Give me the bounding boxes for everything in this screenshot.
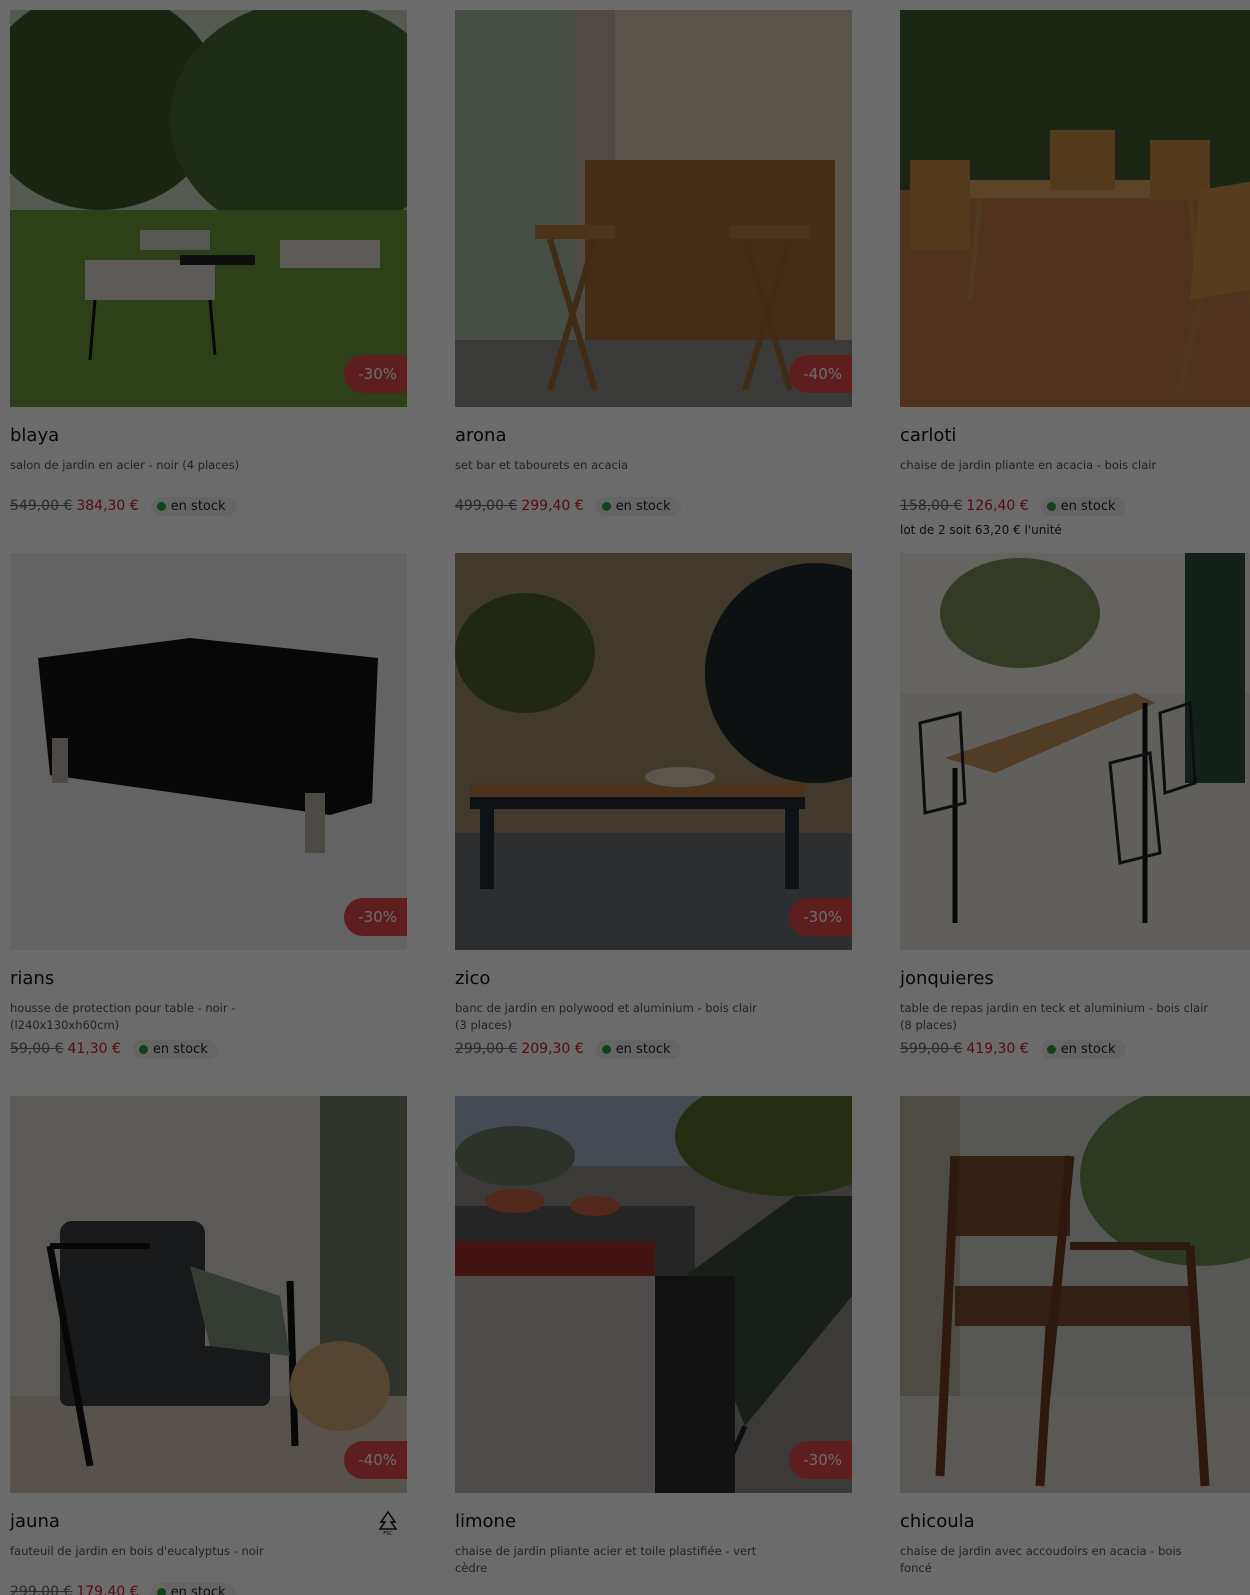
product-card[interactable]: jonquieres table de repas jardin en teck… [900, 553, 1250, 1096]
product-name[interactable]: blaya [10, 425, 407, 447]
fsc-label-icon: FSC [378, 1510, 398, 1536]
stock-badge: en stock [132, 1039, 218, 1059]
stock-badge: en stock [595, 1039, 681, 1059]
stock-label: en stock [615, 498, 671, 514]
product-grid: -30% blaya salon de jardin en acier - no… [10, 10, 1250, 1595]
sale-price: 41,30 € [67, 1041, 121, 1057]
stock-badge: en stock [150, 1582, 236, 1595]
price-row: 59,00 € 41,30 € en stock [10, 1038, 407, 1060]
product-name[interactable]: jauna [10, 1511, 407, 1533]
product-name[interactable]: zico [455, 968, 852, 990]
discount-badge: -30% [344, 355, 407, 393]
product-card[interactable]: -30% limone chaise de jardin pliante aci… [455, 1096, 852, 1595]
sale-price: 126,40 € [966, 498, 1029, 514]
stock-label: en stock [1060, 498, 1116, 514]
sale-price: 384,30 € [76, 498, 139, 514]
old-price: 299,00 € [10, 1584, 73, 1595]
product-image[interactable]: -30% [455, 553, 852, 950]
product-name[interactable]: carloti [900, 425, 1250, 447]
price-row: 599,00 € 419,30 € en stock [900, 1038, 1250, 1060]
discount-badge: -40% [344, 1441, 407, 1479]
price-row: 499,00 € 299,40 € en stock [455, 495, 852, 517]
svg-text:FSC: FSC [383, 1531, 393, 1536]
stock-label: en stock [1060, 1041, 1116, 1057]
stock-dot-icon [156, 501, 166, 511]
product-description: table de repas jardin en teck et alumini… [900, 1001, 1209, 1032]
product-name[interactable]: arona [455, 425, 852, 447]
sale-price: 299,40 € [521, 498, 584, 514]
product-image[interactable] [900, 10, 1250, 407]
product-image[interactable] [900, 553, 1250, 950]
sale-price: 209,30 € [521, 1041, 584, 1057]
product-description: chaise de jardin pliante en acacia - boi… [900, 458, 1157, 472]
discount-badge: -30% [789, 1441, 852, 1479]
stock-dot-icon [138, 1044, 148, 1054]
old-price: 599,00 € [900, 1041, 963, 1057]
product-description: banc de jardin en polywood et aluminium … [455, 1001, 757, 1032]
old-price: 299,00 € [455, 1041, 518, 1057]
discount-badge: -30% [344, 898, 407, 936]
stock-badge: en stock [1040, 496, 1126, 516]
price-row: 299,00 € 179,40 € en stock [10, 1581, 407, 1595]
old-price: 499,00 € [455, 498, 518, 514]
product-name[interactable]: chicoula [900, 1511, 1250, 1533]
product-image[interactable]: -30% [10, 10, 407, 407]
price-row: 299,00 € 209,30 € en stock [455, 1038, 852, 1060]
product-description: set bar et tabourets en acacia [455, 458, 629, 472]
product-description: housse de protection pour table - noir -… [10, 1001, 236, 1032]
price-row: 549,00 € 384,30 € en stock [10, 495, 407, 517]
stock-dot-icon [1046, 501, 1056, 511]
old-price: 59,00 € [10, 1041, 64, 1057]
discount-badge: -30% [789, 898, 852, 936]
stock-dot-icon [156, 1587, 166, 1595]
stock-dot-icon [1046, 1044, 1056, 1054]
product-description: chaise de jardin pliante acier et toile … [455, 1544, 757, 1575]
product-name[interactable]: limone [455, 1511, 852, 1533]
stock-label: en stock [615, 1041, 671, 1057]
old-price: 549,00 € [10, 498, 73, 514]
product-card[interactable]: -40% jauna FSC fauteuil de jardin en boi… [10, 1096, 407, 1595]
product-card[interactable]: -30% rians housse de protection pour tab… [10, 553, 407, 1096]
stock-label: en stock [170, 498, 226, 514]
product-name[interactable]: jonquieres [900, 968, 1250, 990]
stock-badge: en stock [595, 496, 681, 516]
stock-badge: en stock [1040, 1039, 1126, 1059]
product-description: salon de jardin en acier - noir (4 place… [10, 458, 240, 472]
old-price: 158,00 € [900, 498, 963, 514]
sale-price: 179,40 € [76, 1584, 139, 1595]
product-card[interactable]: -30% zico banc de jardin en polywood et … [455, 553, 852, 1096]
stock-label: en stock [170, 1584, 226, 1595]
product-image[interactable] [900, 1096, 1250, 1493]
stock-dot-icon [601, 1044, 611, 1054]
product-card[interactable]: -30% blaya salon de jardin en acier - no… [10, 10, 407, 553]
product-card[interactable]: chicoula chaise de jardin avec accoudoir… [900, 1096, 1250, 1595]
stock-dot-icon [601, 501, 611, 511]
stock-label: en stock [152, 1041, 208, 1057]
product-image[interactable]: -40% [455, 10, 852, 407]
product-image[interactable]: -40% [10, 1096, 407, 1493]
product-name[interactable]: rians [10, 968, 407, 990]
product-description: fauteuil de jardin en bois d'eucalyptus … [10, 1544, 264, 1558]
sale-price: 419,30 € [966, 1041, 1029, 1057]
product-card[interactable]: -40% arona set bar et tabourets en acaci… [455, 10, 852, 553]
unit-price-note: lot de 2 soit 63,20 € l'unité [900, 523, 1062, 537]
product-description: chaise de jardin avec accoudoirs en acac… [900, 1544, 1182, 1575]
product-image[interactable]: -30% [455, 1096, 852, 1493]
product-card[interactable]: carloti chaise de jardin pliante en acac… [900, 10, 1250, 553]
product-image[interactable]: -30% [10, 553, 407, 950]
price-row: 158,00 € 126,40 € en stock [900, 495, 1250, 517]
stock-badge: en stock [150, 496, 236, 516]
discount-badge: -40% [789, 355, 852, 393]
